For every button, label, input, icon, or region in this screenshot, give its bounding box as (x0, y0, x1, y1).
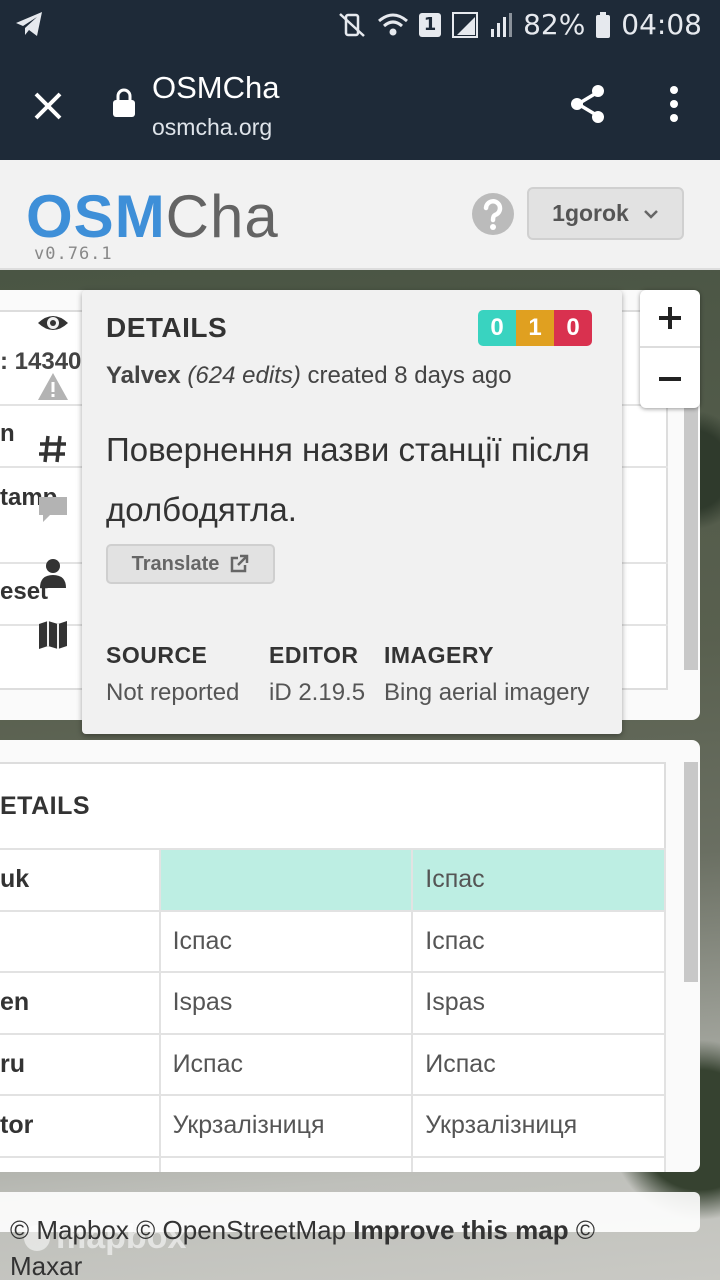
tab-url: osmcha.org (152, 114, 273, 140)
eye-icon[interactable] (36, 306, 70, 340)
signal-bars-icon (491, 12, 513, 37)
external-link-icon (231, 554, 249, 573)
browser-toolbar: OSMCha osmcha.org (0, 48, 720, 160)
status-bar: 1 82% 04:08 (0, 0, 720, 48)
more-options-icon[interactable] (660, 84, 688, 124)
tag-details-panel: ETAILS uk Іспас Іспас Іспас en Ispas Isp… (0, 740, 700, 1172)
share-icon[interactable] (566, 82, 610, 126)
details-popover: DETAILS 0 1 0 Yalvex (624 edits) created… (82, 290, 622, 734)
imagery-field: IMAGERY Bing aerial imagery (384, 642, 590, 706)
zoom-controls (640, 290, 700, 408)
author-edit-count: (624 edits) (187, 362, 301, 389)
modify-count: 1 (516, 310, 554, 346)
hashtag-icon[interactable] (36, 432, 70, 466)
battery-percent: 82% (523, 8, 586, 41)
map-icon[interactable] (36, 618, 70, 652)
app-logo[interactable]: OSMCha (26, 182, 279, 251)
table-row: ru Испас Испас (0, 1032, 666, 1096)
vibrate-mute-icon (339, 12, 365, 37)
changeset-comment: Повернення назви станції після долбодятл… (106, 431, 590, 528)
lock-icon (113, 88, 135, 117)
table-row: tor Укрзалізниця Укрзалізниця (0, 1094, 666, 1158)
translate-label: Translate (131, 552, 220, 575)
table-row: uk Іспас (0, 848, 666, 912)
signal-icon (452, 11, 479, 38)
details-heading: DETAILS (106, 312, 228, 343)
translate-button[interactable]: Translate (106, 544, 275, 584)
change-counts: 0 1 0 (478, 310, 592, 346)
details-sidebar (22, 290, 84, 649)
editor-field: EDITOR iD 2.19.5 (269, 642, 366, 706)
map-attribution: © Mapbox © OpenStreetMap Improve this ma… (10, 1212, 650, 1280)
mapbox-credit[interactable]: © Mapbox (10, 1215, 129, 1245)
create-count: 0 (478, 310, 516, 346)
table-row: Іспас Іспас (0, 909, 666, 973)
plus-icon (659, 307, 681, 329)
tag-details-card: ETAILS uk Іспас Іспас Іспас en Ispas Isp… (0, 762, 666, 1172)
table-row: en Ispas Ispas (0, 971, 666, 1035)
tag-details-title: ETAILS (0, 792, 91, 820)
created-time: created 8 days ago (307, 362, 512, 389)
osm-credit[interactable]: © OpenStreetMap (136, 1215, 346, 1245)
author-username[interactable]: Yalvex (106, 362, 181, 389)
zoom-in-button[interactable] (640, 290, 700, 348)
help-icon[interactable] (471, 192, 515, 236)
warning-icon[interactable] (36, 370, 70, 404)
comment-icon[interactable] (36, 492, 70, 526)
chevron-down-icon (643, 209, 658, 219)
close-icon[interactable] (22, 80, 74, 132)
delete-count: 0 (554, 310, 592, 346)
improve-map-link[interactable]: Improve this map (353, 1215, 568, 1245)
minus-icon (659, 377, 681, 381)
clock: 04:08 (621, 8, 702, 41)
table-row (0, 1155, 666, 1172)
app-version: v0.76.1 (34, 244, 113, 264)
source-field: SOURCE Not reported (106, 642, 240, 706)
wifi-icon (378, 13, 409, 35)
telegram-icon (16, 12, 42, 36)
user-menu-button[interactable]: 1gorok (527, 187, 684, 240)
battery-icon (596, 11, 611, 38)
tab-title: OSMCha (152, 70, 280, 105)
username-label: 1gorok (552, 200, 629, 226)
user-icon[interactable] (36, 556, 70, 590)
tag-table: uk Іспас Іспас Іспас en Ispas Ispas ru И… (0, 848, 666, 1172)
zoom-out-button[interactable] (640, 350, 700, 408)
author-line: Yalvex (624 edits) created 8 days ago (106, 362, 512, 390)
scrollbar[interactable] (684, 762, 698, 982)
sim-slot-badge: 1 (419, 12, 442, 37)
